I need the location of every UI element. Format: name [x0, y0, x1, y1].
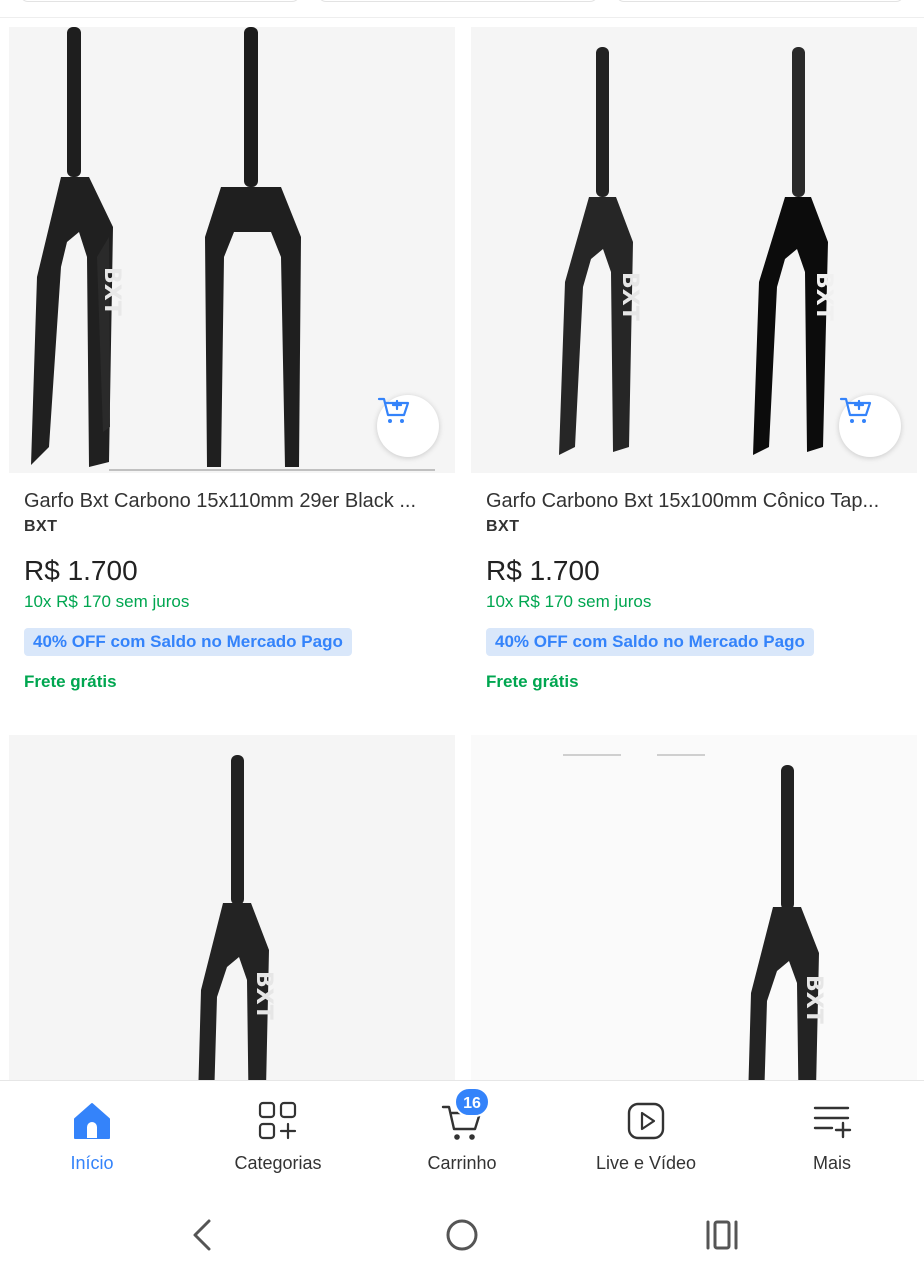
- home-circle-icon: [446, 1219, 478, 1251]
- nav-item-categories[interactable]: Categorias: [186, 1081, 370, 1191]
- back-button[interactable]: [172, 1210, 232, 1260]
- add-to-cart-icon: [377, 397, 410, 423]
- categories-icon: [258, 1101, 297, 1140]
- home-icon: [74, 1103, 110, 1139]
- product-card[interactable]: BXT: [462, 726, 924, 1135]
- product-installments: 10x R$ 170 sem juros: [486, 592, 652, 611]
- recents-icon: [706, 1220, 738, 1250]
- product-image[interactable]: BXT: [9, 735, 455, 1135]
- svg-text:BXT: BXT: [99, 267, 124, 316]
- nav-item-cart[interactable]: 16 Carrinho: [370, 1081, 554, 1191]
- product-installments: 10x R$ 170 sem juros: [24, 592, 190, 611]
- nav-label: Mais: [812, 1153, 851, 1173]
- nav-label: Live e Vídeo: [595, 1153, 697, 1173]
- carbon-fork-image: BXT: [197, 755, 276, 1135]
- carbon-fork-image: BXT: [563, 754, 826, 1135]
- svg-text:BXT: BXT: [811, 272, 836, 321]
- product-card[interactable]: BXT Garfo Bxt Carbono 15x110mm 29er Blac…: [0, 18, 462, 725]
- nav-item-live-video[interactable]: Live e Vídeo: [554, 1081, 738, 1191]
- play-icon: [627, 1102, 665, 1140]
- product-image[interactable]: BXT: [9, 27, 455, 473]
- home-button[interactable]: [432, 1210, 492, 1260]
- cart-count-badge: 16: [454, 1087, 490, 1117]
- nav-label: Carrinho: [427, 1153, 497, 1173]
- svg-text:BXT: BXT: [617, 272, 642, 321]
- promo-badge: 40% OFF com Saldo no Mercado Pago: [486, 628, 814, 656]
- svg-text:BXT: BXT: [251, 971, 276, 1020]
- filter-chip[interactable]: [616, 0, 904, 2]
- product-image[interactable]: BXT BXT: [471, 27, 917, 473]
- nav-item-home[interactable]: Início: [0, 1081, 184, 1191]
- svg-text:BXT: BXT: [801, 975, 826, 1024]
- nav-label: Categorias: [234, 1153, 322, 1173]
- free-shipping-label: Frete grátis: [486, 672, 579, 691]
- add-to-cart-button[interactable]: [377, 395, 439, 457]
- product-brand: BXT: [486, 518, 520, 535]
- product-brand: BXT: [24, 518, 58, 535]
- filter-chip[interactable]: [318, 0, 598, 2]
- add-to-cart-icon: [839, 397, 872, 423]
- promo-badge: 40% OFF com Saldo no Mercado Pago: [24, 628, 352, 656]
- nav-label: Início: [70, 1153, 114, 1173]
- bottom-navigation: Início Categorias 16 Carrinho Live e Víd…: [0, 1080, 924, 1190]
- product-info: Garfo Carbono Bxt 15x100mm Cônico Tap...…: [486, 488, 906, 692]
- free-shipping-label: Frete grátis: [24, 672, 117, 691]
- nav-item-more[interactable]: Mais: [740, 1081, 924, 1191]
- system-navigation-bar: [0, 1190, 924, 1280]
- add-to-cart-button[interactable]: [839, 395, 901, 457]
- product-card[interactable]: BXT BXT Garfo Carbono Bxt 15x100mm Cônic…: [462, 18, 924, 725]
- product-title[interactable]: Garfo Carbono Bxt 15x100mm Cônico Tap...: [486, 488, 906, 514]
- top-strip: [0, 0, 924, 18]
- product-price: R$ 1.700: [486, 555, 600, 586]
- screen: BXT Garfo Bxt Carbono 15x110mm 29er Blac…: [0, 0, 924, 1280]
- product-info: Garfo Bxt Carbono 15x110mm 29er Black ..…: [24, 488, 444, 692]
- product-title[interactable]: Garfo Bxt Carbono 15x110mm 29er Black ..…: [24, 488, 444, 514]
- product-price: R$ 1.700: [24, 555, 138, 586]
- recents-button[interactable]: [692, 1210, 752, 1260]
- menu-plus-icon: [813, 1106, 852, 1139]
- product-image[interactable]: BXT: [471, 735, 917, 1135]
- back-icon: [193, 1219, 211, 1251]
- filter-chip[interactable]: [20, 0, 300, 2]
- product-card[interactable]: BXT: [0, 726, 462, 1135]
